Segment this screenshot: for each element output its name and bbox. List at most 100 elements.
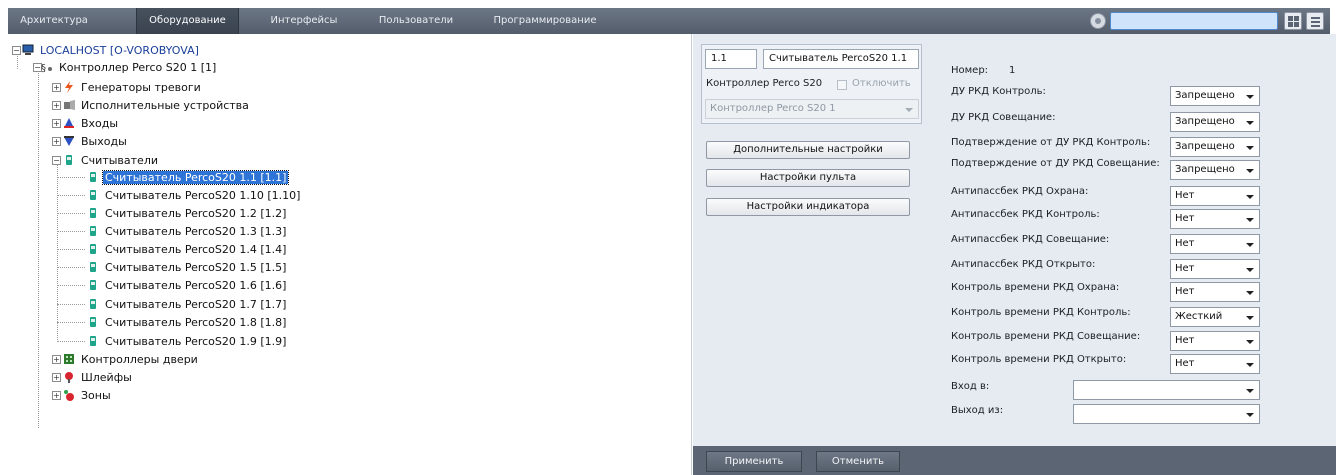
setting-select[interactable]: Нет (1170, 186, 1260, 206)
properties-panel: 1.1 Считыватель PercoS20 1.1 Контроллер … (693, 34, 1336, 475)
setting-select[interactable]: Нет (1170, 259, 1260, 279)
tree-group-actuators[interactable]: Исполнительные устройства (63, 97, 251, 114)
setting-select[interactable]: Нет (1170, 354, 1260, 374)
setting-select[interactable]: Запрещено (1170, 137, 1260, 157)
tree-reader-item[interactable]: Считыватель PercoS20 1.8 [1.8] (87, 314, 288, 331)
setting-select[interactable]: Нет (1170, 282, 1260, 302)
indicator-settings-button[interactable]: Настройки индикатора (706, 198, 910, 216)
setting-select[interactable]: Запрещено (1170, 160, 1260, 180)
tree-group-door-controllers[interactable]: Контроллеры двери (63, 351, 200, 368)
object-id-field[interactable]: 1.1 (705, 49, 757, 69)
reader-icon (87, 225, 99, 237)
chevron-down-icon (905, 108, 913, 112)
setting-select[interactable]: Нет (1170, 209, 1260, 229)
output-triangle-icon (63, 135, 75, 147)
top-menu-bar: Архитектура Оборудование Интерфейсы Поль… (8, 8, 1330, 34)
setting-label: ДУ РКД Контроль: (951, 86, 1046, 97)
tree-group-inputs[interactable]: Входы (63, 115, 120, 132)
expand-toggle[interactable]: + (52, 355, 61, 364)
expand-toggle[interactable]: − (52, 156, 61, 165)
tab-architecture[interactable]: Архитектура (8, 8, 100, 34)
tab-users[interactable]: Пользователи (370, 8, 462, 34)
tree-reader-item[interactable]: Считыватель PercoS20 1.5 [1.5] (87, 259, 288, 276)
setting-value: Нет (1175, 238, 1195, 249)
setting-select[interactable]: Нет (1170, 331, 1260, 351)
setting-value: Нет (1175, 286, 1195, 297)
reader-icon (63, 154, 75, 166)
tree-reader-item[interactable]: Считыватель PercoS20 1.2 [1.2] (87, 205, 288, 222)
list-view-icon[interactable] (1306, 12, 1324, 30)
tree-reader-item[interactable]: Считыватель PercoS20 1.6 [1.6] (87, 277, 288, 294)
exit-zone-select[interactable] (1073, 404, 1260, 424)
reader-icon (87, 298, 99, 310)
tab-equipment[interactable]: Оборудование (136, 8, 239, 34)
object-name-field[interactable]: Считыватель PercoS20 1.1 (763, 49, 919, 69)
tree-root[interactable]: LOCALHOST [O-VOROBYOVA] (22, 42, 201, 59)
chevron-down-icon (1246, 121, 1254, 125)
reader-icon (87, 243, 99, 255)
expand-toggle[interactable]: + (52, 119, 61, 128)
expand-toggle[interactable]: − (12, 46, 21, 55)
setting-select[interactable]: Запрещено (1170, 86, 1260, 106)
entry-zone-select[interactable] (1073, 380, 1260, 400)
setting-value: Запрещено (1175, 141, 1235, 152)
equipment-tree: − LOCALHOST [O-VOROBYOVA] − § Контроллер… (8, 34, 692, 475)
chevron-down-icon (1246, 291, 1254, 295)
additional-settings-button[interactable]: Дополнительные настройки (706, 141, 910, 159)
grid-view-icon[interactable] (1284, 12, 1302, 30)
expand-toggle[interactable]: + (52, 391, 61, 400)
chevron-down-icon (1246, 316, 1254, 320)
tree-group-zones[interactable]: Зоны (63, 387, 113, 404)
tree-reader-item[interactable]: Считыватель PercoS20 1.7 [1.7] (87, 296, 288, 313)
tree-reader-item[interactable]: Считыватель PercoS20 1.3 [1.3] (87, 223, 288, 240)
tree-controller[interactable]: § Контроллер Perco S20 1 [1] (41, 59, 218, 76)
door-controller-icon (63, 353, 75, 365)
cancel-button[interactable]: Отменить (816, 451, 900, 472)
setting-select[interactable]: Запрещено (1170, 112, 1260, 132)
input-triangle-icon (63, 117, 75, 129)
setting-select[interactable]: Нет (1170, 234, 1260, 254)
actuator-icon (63, 99, 75, 111)
tree-reader-item[interactable]: Считыватель PercoS20 1.9 [1.9] (87, 333, 288, 350)
reader-icon (87, 189, 99, 201)
chevron-down-icon (1246, 413, 1254, 417)
setting-select[interactable]: Жесткий (1170, 307, 1260, 327)
search-input[interactable] (1110, 12, 1278, 30)
reader-icon (87, 261, 99, 273)
tree-group-outputs[interactable]: Выходы (63, 133, 129, 150)
tree-reader-item[interactable]: Считыватель PercoS20 1.10 [1.10] (87, 187, 302, 204)
expand-toggle[interactable]: + (52, 373, 61, 382)
setting-value: Запрещено (1175, 116, 1235, 127)
loop-pin-icon (63, 371, 75, 383)
tree-group-readers[interactable]: Считыватели (63, 152, 160, 169)
setting-label: Антипассбек РКД Открыто: (951, 259, 1096, 270)
setting-label: Контроль времени РКД Совещание: (951, 331, 1141, 342)
search-icon[interactable] (1090, 13, 1106, 29)
chevron-down-icon (1246, 243, 1254, 247)
computer-icon (22, 44, 34, 56)
exit-label: Выход из: (951, 405, 1004, 416)
tree-reader-item[interactable]: Считыватель PercoS20 1.4 [1.4] (87, 241, 288, 258)
tree-group-alarm-generators[interactable]: Генераторы тревоги (63, 79, 203, 96)
svg-text:§: § (41, 63, 46, 73)
setting-value: Нет (1175, 190, 1195, 201)
panel-footer: Применить Отменить (693, 446, 1336, 475)
tree-reader-item[interactable]: Считыватель PercoS20 1.1 [1.1] (87, 169, 290, 186)
tab-interfaces[interactable]: Интерфейсы (260, 8, 348, 34)
chevron-down-icon (1246, 146, 1254, 150)
setting-label: Контроль времени РКД Открыто: (951, 354, 1127, 365)
expand-toggle[interactable]: + (52, 83, 61, 92)
parent-select-value: Контроллер Perco S20 1 (710, 103, 836, 114)
setting-value: Запрещено (1175, 90, 1235, 101)
console-settings-button[interactable]: Настройки пульта (706, 169, 910, 187)
tree-group-loops[interactable]: Шлейфы (63, 369, 134, 386)
apply-button[interactable]: Применить (706, 451, 802, 472)
number-value: 1 (1009, 65, 1016, 76)
disable-checkbox[interactable] (837, 80, 847, 90)
setting-label: Подтверждение от ДУ РКД Совещание: (951, 158, 1160, 169)
entry-label: Вход в: (951, 381, 990, 392)
tab-programming[interactable]: Программирование (486, 8, 604, 34)
expand-toggle[interactable]: + (52, 137, 61, 146)
parent-select[interactable]: Контроллер Perco S20 1 (705, 99, 919, 119)
expand-toggle[interactable]: + (52, 101, 61, 110)
